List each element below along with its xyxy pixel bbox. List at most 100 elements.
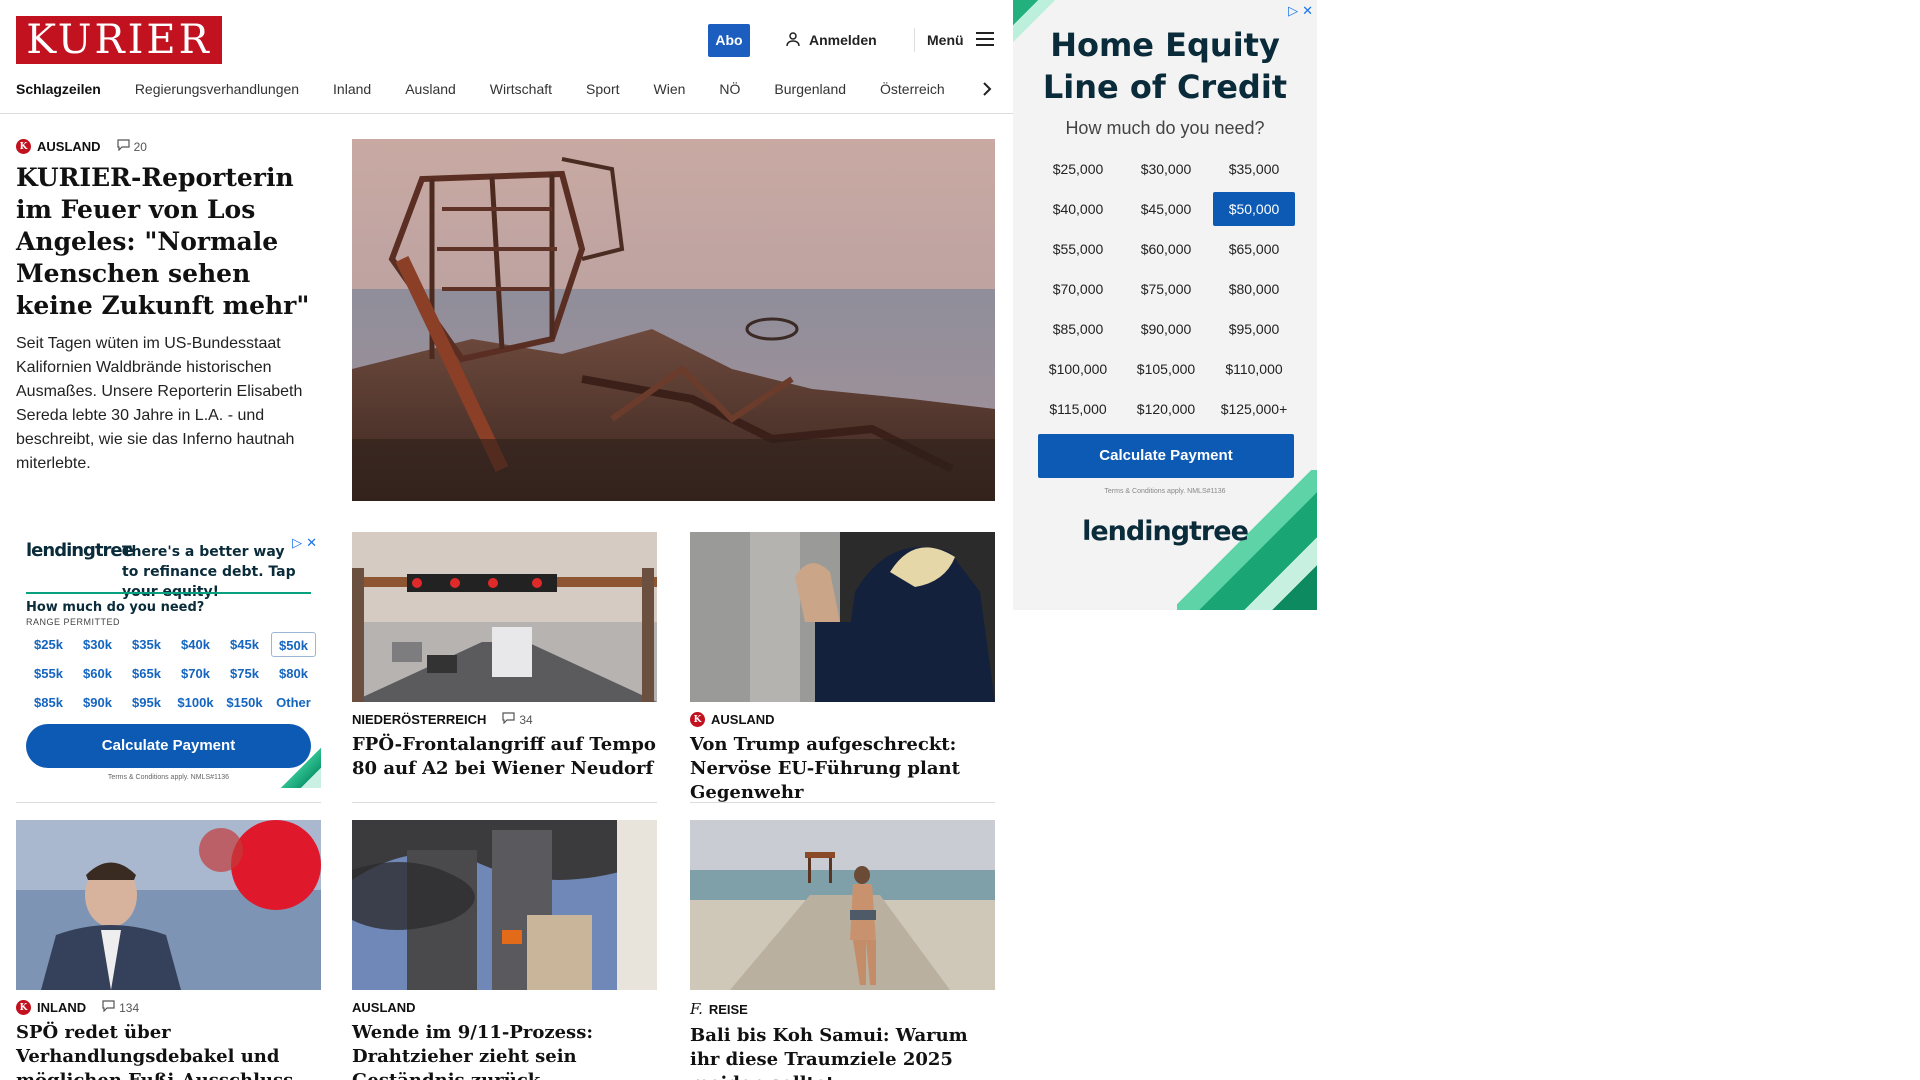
ad-amount-option[interactable]: $105,000 <box>1125 352 1207 386</box>
article-category-label: INLAND <box>37 1000 87 1015</box>
hero-article[interactable]: K AUSLAND 20 KURIER-Reporterin im Feuer … <box>16 139 324 476</box>
nav-item-oesterreich[interactable]: Österreich <box>880 76 945 102</box>
ad-headline-line: Home Equity <box>1050 26 1280 64</box>
divider <box>352 802 657 803</box>
nav-item-wien[interactable]: Wien <box>654 76 686 102</box>
ad-amount-option[interactable]: $30,000 <box>1125 152 1207 186</box>
ad-amount-option[interactable]: $55,000 <box>1037 232 1119 266</box>
ad-amount-option[interactable]: $45k <box>222 632 267 657</box>
ad-amount-option[interactable]: $60k <box>75 661 120 686</box>
hero-title[interactable]: KURIER-Reporterin im Feuer von Los Angel… <box>16 162 324 322</box>
close-icon[interactable]: ✕ <box>306 536 317 549</box>
ad-amount-option[interactable]: $95k <box>124 690 169 715</box>
nav-scroll-right-icon[interactable] <box>978 78 996 100</box>
ad-brand-logo: lendingtree <box>26 540 134 561</box>
ad-choices[interactable]: ▷ ✕ <box>1288 4 1313 17</box>
article-title[interactable]: Bali bis Koh Samui: Warum ihr diese Trau… <box>690 1024 995 1080</box>
abo-button[interactable]: Abo <box>708 24 750 57</box>
article-image[interactable] <box>690 532 995 702</box>
section-nav: Schlagzeilen Regierungsverhandlungen Inl… <box>16 76 991 102</box>
lendingtree-ad-left[interactable]: ▷ ✕ lendingtree There's a better way to … <box>16 532 321 788</box>
article-card[interactable]: AUSLAND Wende im 9/11-Prozess: Drahtzie­… <box>352 820 657 1080</box>
ad-amount-option[interactable]: $35k <box>124 632 169 657</box>
ad-amount-option[interactable]: $25k <box>26 632 71 657</box>
ad-amount-option[interactable]: $75k <box>222 661 267 686</box>
nav-item-ausland[interactable]: Ausland <box>405 76 456 102</box>
lendingtree-ad-right[interactable]: ▷ ✕ Home Equity Line of Credit How much … <box>1013 0 1317 610</box>
article-comment-count: 34 <box>519 712 533 727</box>
ad-amount-option[interactable]: $40,000 <box>1037 192 1119 226</box>
nav-item-inland[interactable]: Inland <box>333 76 371 102</box>
article-category-label: AUSLAND <box>352 1000 416 1015</box>
ad-calculate-button[interactable]: Calculate Payment <box>26 724 311 768</box>
ad-amount-option[interactable]: $40k <box>173 632 218 657</box>
ad-amount-option[interactable]: $80,000 <box>1213 272 1295 306</box>
nav-item-wirtschaft[interactable]: Wirtschaft <box>490 76 552 102</box>
ad-amount-option[interactable]: $60,000 <box>1125 232 1207 266</box>
ad-calculate-button[interactable]: Calculate Payment <box>1038 434 1294 478</box>
nav-item-noe[interactable]: NÖ <box>719 76 740 102</box>
ad-amount-options: $25,000 $30,000 $35,000 $40,000 $45,000 … <box>1037 152 1295 426</box>
article-card[interactable]: f. REISE Bali bis Koh Samui: Warum ihr d… <box>690 820 995 1080</box>
ad-amount-option[interactable]: $85,000 <box>1037 312 1119 346</box>
article-card[interactable]: NIEDERÖSTERREICH 34 FPÖ-Frontalangriff a… <box>352 532 657 781</box>
hero-comment-count: 20 <box>133 139 147 154</box>
hero-comments[interactable]: 20 <box>116 139 147 154</box>
article-card[interactable]: K INLAND 134 SPÖ redet über Verhandlungs… <box>16 820 321 1080</box>
ad-amount-option-selected[interactable]: $50,000 <box>1213 192 1295 226</box>
ad-amount-option[interactable]: $35,000 <box>1213 152 1295 186</box>
article-comments[interactable]: 134 <box>102 1000 139 1015</box>
ad-amount-option[interactable]: $75,000 <box>1125 272 1207 306</box>
ad-amount-option[interactable]: $85k <box>26 690 71 715</box>
article-title[interactable]: Wende im 9/11-Prozess: Drahtzie­her zieh… <box>352 1021 657 1080</box>
nav-item-schlagzeilen[interactable]: Schlagzeilen <box>16 76 101 102</box>
kurier-logo[interactable]: KURIER <box>16 16 222 64</box>
article-image[interactable] <box>352 532 657 702</box>
hero-image[interactable] <box>352 139 995 501</box>
nav-item-sport[interactable]: Sport <box>586 76 619 102</box>
article-category: K INLAND 134 <box>16 1000 321 1015</box>
ad-amount-option[interactable]: $90k <box>75 690 120 715</box>
comment-icon <box>102 1000 115 1015</box>
ad-amount-option[interactable]: $45,000 <box>1125 192 1207 226</box>
ad-amount-option[interactable]: $115,000 <box>1037 392 1119 426</box>
ad-headline: Home Equity Line of Credit <box>1013 24 1317 108</box>
ad-amount-option[interactable]: $120,000 <box>1125 392 1207 426</box>
ad-terms[interactable]: Terms & Conditions apply. NMLS#1136 <box>1013 488 1317 495</box>
reise-icon: f. <box>690 1000 703 1018</box>
article-image[interactable] <box>690 820 995 990</box>
ad-amount-option[interactable]: $125,000+ <box>1213 392 1295 426</box>
ad-terms[interactable]: Terms & Conditions apply. NMLS#1136 <box>16 774 321 781</box>
article-card[interactable]: K AUSLAND Von Trump aufgeschreckt: Ner­v… <box>690 532 995 805</box>
ad-amount-option[interactable]: $80k <box>271 661 316 686</box>
kurier-k-icon: K <box>16 139 31 154</box>
login-button[interactable]: Anmelden <box>785 28 877 52</box>
ad-amount-option[interactable]: $95,000 <box>1213 312 1295 346</box>
ad-amount-option[interactable]: $70k <box>173 661 218 686</box>
close-icon[interactable]: ✕ <box>1302 4 1313 17</box>
ad-amount-option[interactable]: Other <box>271 690 316 715</box>
article-comments[interactable]: 34 <box>502 712 533 727</box>
ad-amount-option[interactable]: $110,000 <box>1213 352 1295 386</box>
ad-amount-option[interactable]: $65,000 <box>1213 232 1295 266</box>
ad-amount-option[interactable]: $70,000 <box>1037 272 1119 306</box>
ad-amount-option[interactable]: $65k <box>124 661 169 686</box>
ad-amount-option[interactable]: $55k <box>26 661 71 686</box>
article-title[interactable]: Von Trump aufgeschreckt: Ner­vöse EU-Füh… <box>690 733 995 805</box>
article-image[interactable] <box>352 820 657 990</box>
ad-amount-option[interactable]: $30k <box>75 632 120 657</box>
menu-button[interactable]: Menü <box>914 28 994 52</box>
ad-corner-decoration <box>281 748 321 788</box>
ad-amount-option[interactable]: $150k <box>222 690 267 715</box>
ad-amount-option[interactable]: $100,000 <box>1037 352 1119 386</box>
ad-amount-option[interactable]: $25,000 <box>1037 152 1119 186</box>
adchoices-icon[interactable]: ▷ <box>1288 4 1298 17</box>
ad-amount-option-selected[interactable]: $50k <box>271 632 316 657</box>
nav-item-regierungsverhandlungen[interactable]: Regierungsverhandlungen <box>135 76 299 102</box>
nav-item-burgenland[interactable]: Burgenland <box>774 76 846 102</box>
article-title[interactable]: SPÖ redet über Verhandlungsdeba­kel und … <box>16 1021 321 1080</box>
article-title[interactable]: FPÖ-Frontalangriff auf Tempo 80 auf A2 b… <box>352 733 657 781</box>
ad-amount-option[interactable]: $100k <box>173 690 218 715</box>
article-image[interactable] <box>16 820 321 990</box>
ad-amount-option[interactable]: $90,000 <box>1125 312 1207 346</box>
